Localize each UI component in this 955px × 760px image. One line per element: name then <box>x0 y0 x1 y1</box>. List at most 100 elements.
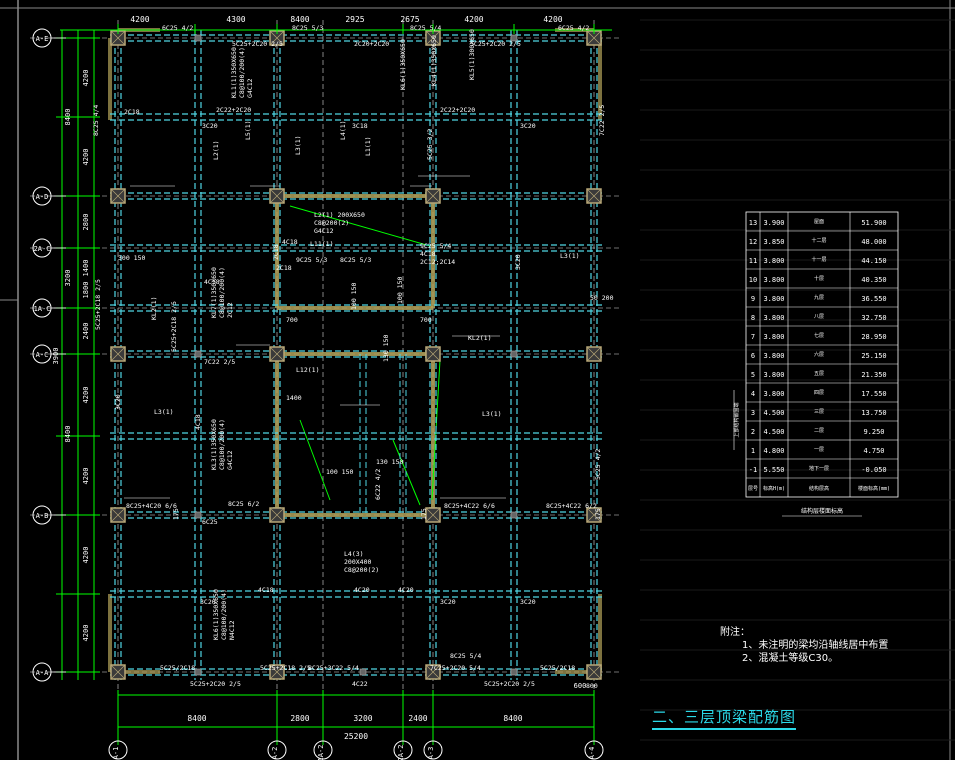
table-elevation: -0.050 <box>861 466 886 474</box>
beam-label: 5C25+2C18 2/5 <box>260 664 311 672</box>
beam-label: KL5(1)300X650 <box>468 29 476 80</box>
beam-label: 5C25+2C20 2/5 <box>232 40 283 48</box>
table-floor-number: 6 <box>751 352 755 360</box>
dim-text-left: 8400 <box>64 109 72 126</box>
table-floor-tag: 八层 <box>814 314 824 320</box>
beam-label: 2C18 <box>276 264 292 272</box>
beam-label: 3C20 <box>520 122 536 130</box>
beam-label: 3C20 <box>520 598 536 606</box>
beam-label: G4C12 <box>314 227 334 235</box>
axis-label: A-A <box>36 669 49 677</box>
beam-label: 175 <box>420 508 428 520</box>
table-floor-tag: 九层 <box>814 294 824 301</box>
beam-label: L3(1) <box>154 408 174 416</box>
beam-label: 6C25 4/2 <box>558 24 589 32</box>
beam-label: 6C22 4/2 <box>374 469 382 500</box>
beam-label: 50 200 <box>590 294 614 302</box>
axis-label: 1A-C <box>34 305 51 313</box>
axis-label: A-C <box>36 351 49 359</box>
dim-text-left-inner: 4200 <box>82 547 90 564</box>
beam-label: C8@100/200(4) <box>238 47 246 98</box>
beam-label: KL2(1) <box>150 297 158 320</box>
table-height: 3.800 <box>763 276 784 284</box>
dim-text-bottom: 8400 <box>187 714 206 723</box>
notes-heading: 附注： <box>720 627 750 638</box>
beam-label: 5C25+2C20 2/5 <box>470 40 521 48</box>
beam-label: L3(1) <box>560 252 580 260</box>
beam-label: 5C25+2C18 2/5 <box>94 279 102 330</box>
beam-label: KL6(1)350X650 <box>399 39 407 90</box>
drawing-title: 二、三层顶梁配筋图 <box>652 706 797 730</box>
beam-label: 8C25 5/4 <box>410 24 441 32</box>
table-height: 5.550 <box>763 466 784 474</box>
beam-label: 3C20 <box>514 254 522 270</box>
sub-column <box>510 668 518 676</box>
table-floor-number: 4 <box>751 390 755 398</box>
beam-label: 5C25 3/2 <box>426 129 434 160</box>
axis-label: A-B <box>36 512 49 520</box>
table-height: 4.500 <box>763 428 784 436</box>
axis-label: 2A-2 <box>397 745 405 760</box>
beam-label: C8@100/200(4) <box>218 267 226 318</box>
dim-text-top: 4200 <box>543 15 562 24</box>
beam-label: 2C20+2C20 <box>354 40 389 48</box>
table-elevation: 17.550 <box>861 390 886 398</box>
beam-label: 700 <box>420 316 432 324</box>
beam-label: KL6(1)350X650 <box>212 589 220 640</box>
table-floor-tag: 一层 <box>814 447 824 453</box>
table-height: 3.800 <box>763 352 784 360</box>
beam-label: 100 150 <box>326 468 353 476</box>
table-elevation: 40.350 <box>861 276 886 284</box>
sub-column <box>510 350 518 358</box>
beam-label: N4C12 <box>228 620 236 640</box>
beam-label: L2(1) 200X650 <box>314 211 365 219</box>
table-height: 3.900 <box>763 219 784 227</box>
beam-label: L1(1) <box>364 136 372 156</box>
table-floor-number: 9 <box>751 295 755 303</box>
beam-label: G4C12 <box>226 450 234 470</box>
beam-label: 3C20 <box>114 394 122 410</box>
dim-text-left-inner: 4200 <box>82 387 90 404</box>
beam-label: 4C18 <box>258 586 274 594</box>
table-floor-number: 10 <box>749 276 757 284</box>
table-floor-number: 3 <box>751 409 755 417</box>
beam-label: 175 <box>594 508 602 520</box>
beam-label: 5C25/2C18 <box>540 664 575 672</box>
table-floor-number: -1 <box>749 466 757 474</box>
beam-label: C8@100/200(4) <box>218 419 226 470</box>
dim-text-bottom: 8400 <box>503 714 522 723</box>
dim-text-left: 3900 <box>52 348 60 365</box>
beam-label: KL4(1)350X650 <box>430 35 438 86</box>
table-floor-tag: 地下一层 <box>809 465 829 472</box>
beam-label: 200X400 <box>344 558 371 566</box>
table-elevation: 13.750 <box>861 409 886 417</box>
dim-text-left-inner: 4200 <box>82 468 90 485</box>
table-height: 3.800 <box>763 390 784 398</box>
beam-label: 100 150 <box>350 283 358 310</box>
table-floor-tag: 七层 <box>814 332 824 339</box>
table-floor-number: 5 <box>751 371 755 379</box>
table-height: 3.800 <box>763 314 784 322</box>
beam-label: L3(1) <box>294 135 302 155</box>
beam-label: 700 <box>286 316 298 324</box>
axis-label: A-1 <box>112 747 120 760</box>
table-height: 3.800 <box>763 295 784 303</box>
table-floor-tag: 三层 <box>814 409 824 415</box>
table-floor-tag: 十一层 <box>811 256 826 263</box>
table-elevation: 32.750 <box>861 314 886 322</box>
axis-label: 2A-C <box>34 245 51 253</box>
table-floor-number: 1 <box>751 447 755 455</box>
beam-label: 4C18 <box>420 250 436 258</box>
beam-label: 8C25 4/4 <box>92 105 100 136</box>
table-elevation: 28.950 <box>861 333 886 341</box>
sub-column <box>194 34 202 42</box>
dim-text-top: 2675 <box>400 15 419 24</box>
beam-label: 2C22+2C20 <box>440 106 475 114</box>
note-line-1: 1、未注明的梁均沿轴线居中布置 <box>742 640 889 651</box>
sub-column <box>359 668 367 676</box>
beam-label: 130 150 <box>382 335 390 362</box>
dim-text-left-inner: 1800 <box>82 282 90 299</box>
beam-label: C8@200(2) <box>314 219 349 227</box>
table-elevation: 4.750 <box>863 447 884 455</box>
axis-label: A-E <box>36 35 49 43</box>
